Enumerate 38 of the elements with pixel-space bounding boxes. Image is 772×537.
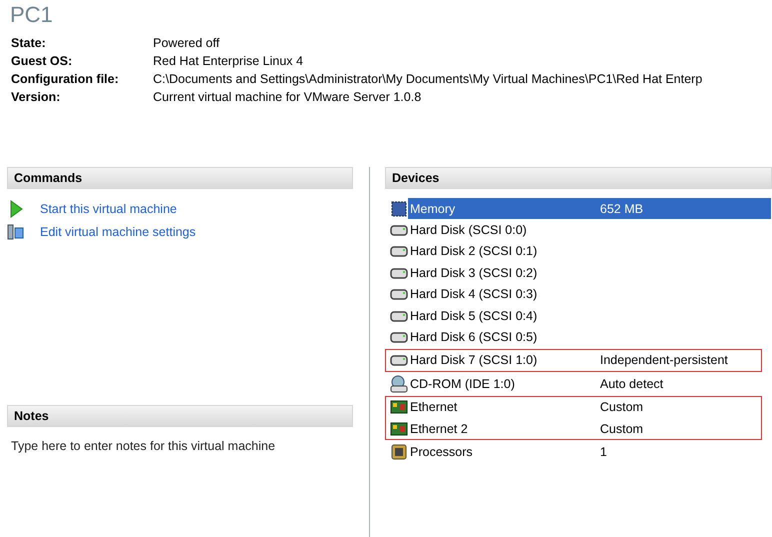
info-label: Configuration file: <box>11 72 120 86</box>
device-name[interactable]: Hard Disk 4 (SCSI 0:3) <box>408 284 600 305</box>
device-value: 1 <box>600 444 608 461</box>
info-value: Red Hat Enterprise Linux 4 <box>153 54 304 68</box>
info-value: Current virtual machine for VMware Server 1.0.8 <box>153 90 422 104</box>
device-name[interactable]: Hard Disk 7 (SCSI 1:0) <box>408 350 600 372</box>
device-name[interactable]: Hard Disk 5 (SCSI 0:4) <box>408 304 600 326</box>
device-value: Independent-persistent <box>600 352 729 370</box>
device-value: Custom <box>600 399 644 416</box>
info-label: State: <box>11 36 47 50</box>
device-name[interactable]: Ethernet <box>408 396 600 418</box>
processor-icon <box>390 442 408 461</box>
commands-header: Commands <box>7 167 353 189</box>
device-value: Custom <box>600 420 644 438</box>
device-name[interactable]: Hard Disk 2 (SCSI 0:1) <box>408 240 600 262</box>
network-card-icon <box>390 420 408 438</box>
info-value: C:\Documents and Settings\Administrator\My Documents\My Virtual Machines\PC1\Red Hat Enterp <box>153 72 704 86</box>
info-label: Guest OS: <box>11 54 74 68</box>
notes-header: Notes <box>7 405 353 427</box>
device-name[interactable]: Hard Disk 3 (SCSI 0:2) <box>408 262 600 284</box>
chip-icon <box>390 200 408 218</box>
command-link[interactable]: Edit virtual machine settings <box>40 225 196 239</box>
device-name[interactable]: CD-ROM (IDE 1:0) <box>408 373 600 395</box>
cd-drive-icon <box>390 374 408 393</box>
command-link[interactable]: Start this virtual machine <box>40 202 177 216</box>
machine-title: PC1 <box>9 1 54 29</box>
device-name[interactable]: Ethernet 2 <box>408 418 600 440</box>
network-card-icon <box>390 398 408 416</box>
notes-field[interactable]: Type here to enter notes for this virtual machine <box>7 427 353 465</box>
device-name[interactable]: Hard Disk (SCSI 0:0) <box>408 219 600 241</box>
info-label: Version: <box>11 90 62 104</box>
device-value: Auto detect <box>600 376 664 393</box>
device-name[interactable]: Memory <box>408 198 600 220</box>
info-value: Powered off <box>153 36 220 50</box>
device-name[interactable]: Processors <box>408 441 600 463</box>
device-value: 652 MB <box>600 198 771 220</box>
device-name[interactable]: Hard Disk 6 (SCSI 0:5) <box>408 326 600 348</box>
devices-header: Devices <box>385 167 772 189</box>
